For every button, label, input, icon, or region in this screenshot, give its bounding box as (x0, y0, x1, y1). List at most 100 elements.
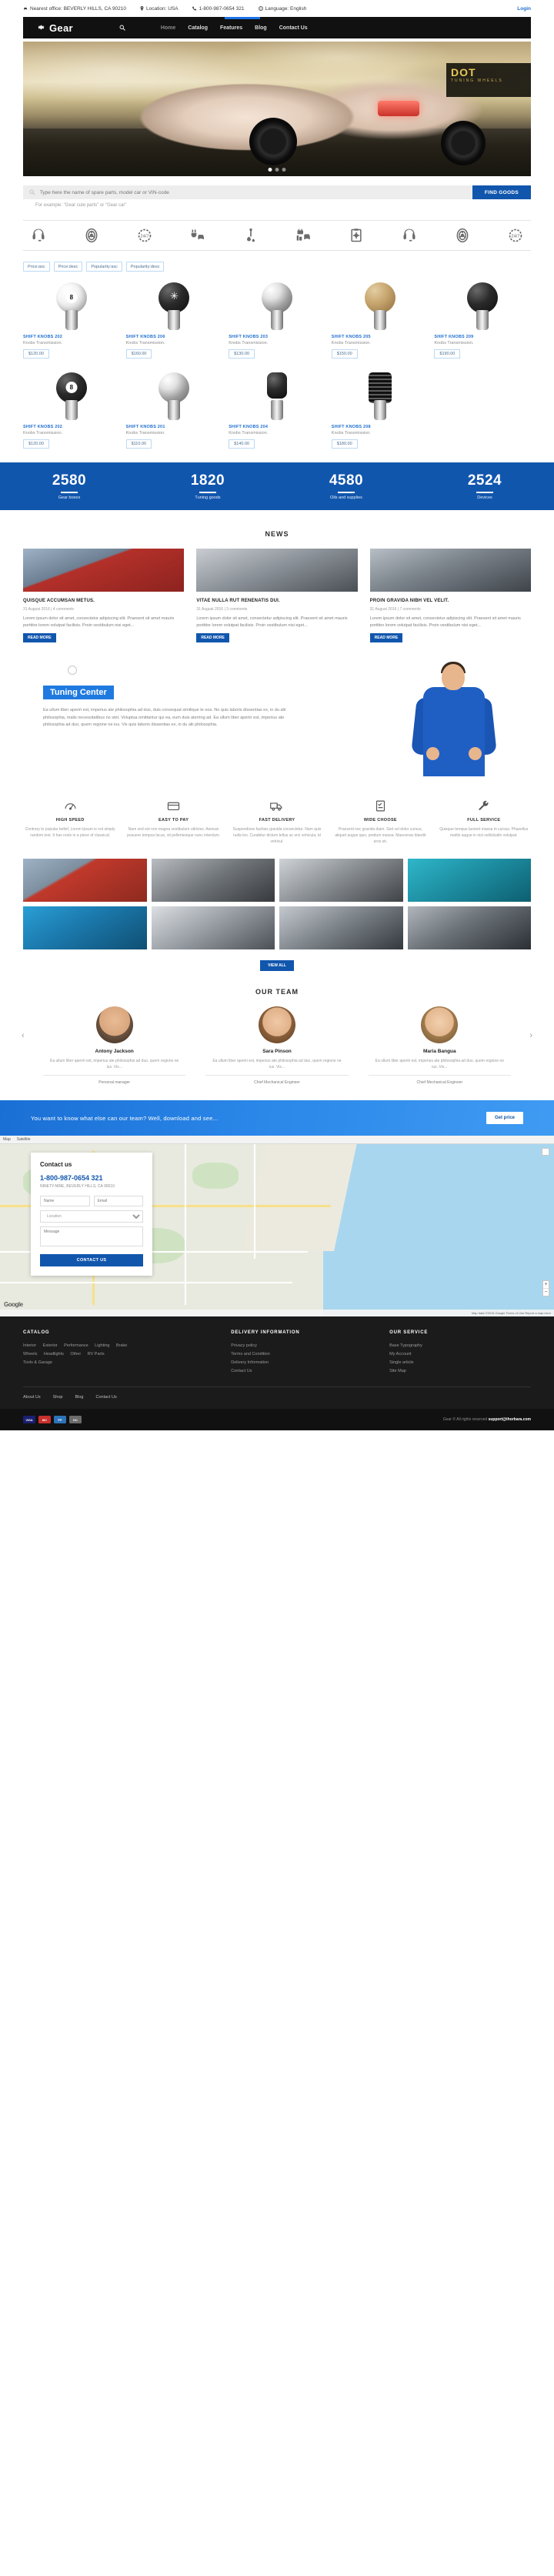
247-support-icon[interactable]: 24/7 (506, 226, 525, 245)
nav-item-catalog[interactable]: Catalog (188, 25, 208, 31)
product-price[interactable]: $160.00 (125, 349, 152, 359)
product-name[interactable]: SHIFT KNOBS 205 (332, 335, 429, 339)
news-title[interactable]: QUISQUE ACCUMSAN METUS. (23, 598, 184, 604)
hero-dot-2[interactable] (275, 168, 279, 172)
news-card[interactable]: VITAE NULLA RUT RENENATIS DUI. 31 August… (196, 549, 358, 643)
product-card[interactable]: 8 SHIFT KNOBS 202 Knobs Transmission. $1… (23, 279, 120, 359)
footer-link[interactable]: Tools & Garage (23, 1360, 52, 1365)
read-more-button[interactable]: READ MORE (369, 633, 403, 643)
product-name[interactable]: SHIFT KNOBS 201 (126, 425, 223, 429)
hero-dot-3[interactable] (282, 168, 286, 172)
sort-tab-popularity-desc[interactable]: Popularity:desc (125, 262, 165, 272)
sort-tab-popularity-asc[interactable]: Popularity:asc (86, 262, 122, 272)
headset-icon[interactable] (400, 226, 419, 245)
product-name[interactable]: SHIFT KNOBS 202 (23, 425, 120, 429)
search-input[interactable] (39, 189, 466, 195)
footer-link[interactable]: My Account (389, 1350, 531, 1359)
hero-dot-1[interactable] (268, 168, 272, 172)
247-support-icon[interactable]: 24/7 (135, 226, 154, 245)
wheel-icon[interactable] (82, 226, 101, 245)
product-card[interactable]: SHIFT KNOBS 205 Knobs Transmission. $150… (331, 279, 429, 359)
support-email[interactable]: support@thorbara.com (489, 1417, 531, 1422)
footer-link[interactable]: Base Typography (389, 1342, 531, 1350)
product-price[interactable]: $130.00 (229, 349, 255, 359)
gallery-item[interactable] (279, 906, 403, 950)
gallery-item[interactable] (407, 906, 531, 950)
product-price[interactable]: $120.00 (23, 439, 49, 449)
contact-location-select[interactable]: Location (40, 1210, 143, 1223)
footer-bottom-link-shop[interactable]: Shop (53, 1395, 63, 1400)
map-type-satellite[interactable]: Satellite (17, 1137, 31, 1142)
map-fullscreen-button[interactable] (542, 1148, 549, 1156)
footer-link[interactable]: Contact Us (231, 1367, 372, 1376)
nav-item-features[interactable]: Features (220, 25, 242, 31)
product-card[interactable]: SHIFT KNOBS 209 Knobs Transmission. $190… (434, 279, 531, 359)
contact-name-input[interactable] (40, 1196, 90, 1207)
product-price[interactable]: $190.00 (434, 349, 461, 359)
nav-item-blog[interactable]: Blog (255, 25, 267, 31)
map-zoom-controls[interactable]: + − (542, 1280, 549, 1297)
footer-link[interactable]: Single article (389, 1359, 531, 1367)
product-card[interactable]: ✳ SHIFT KNOBS 206 Knobs Transmission. $1… (125, 279, 223, 359)
footer-bottom-link-blog[interactable]: Blog (75, 1395, 83, 1400)
product-price[interactable]: $150.00 (331, 349, 358, 359)
contact-email-input[interactable] (93, 1196, 143, 1207)
product-card[interactable]: 8 SHIFT KNOBS 202 Knobs Transmission. $1… (23, 369, 120, 449)
footer-link[interactable]: Interior (23, 1343, 36, 1348)
footer-link[interactable]: Brake (116, 1343, 127, 1348)
plug-car-icon[interactable] (189, 226, 207, 245)
gallery-item[interactable] (407, 859, 531, 903)
product-name[interactable]: SHIFT KNOBS 206 (126, 335, 223, 339)
footer-link[interactable]: Privacy policy (231, 1342, 372, 1350)
product-card[interactable]: SHIFT KNOBS 208 Knobs Transmission. $180… (331, 369, 429, 449)
hero-carousel-dots[interactable] (268, 168, 286, 172)
clipboard-gear-icon[interactable] (347, 226, 365, 245)
product-name[interactable]: SHIFT KNOBS 202 (23, 335, 120, 339)
search-box[interactable] (23, 185, 472, 199)
map-zoom-in-button[interactable]: + (543, 1281, 549, 1290)
news-title[interactable]: PROIN GRAVIDA NIBH VEL VELIT. (370, 598, 531, 604)
find-goods-button[interactable]: FIND GOODS (472, 185, 531, 199)
contact-message-textarea[interactable] (40, 1226, 143, 1247)
product-price[interactable]: $110.00 (125, 439, 152, 449)
footer-link[interactable]: Exterior (43, 1343, 58, 1348)
product-name[interactable]: SHIFT KNOBS 209 (434, 335, 531, 339)
footer-link[interactable]: Headlights (44, 1352, 64, 1356)
footer-link[interactable]: Site Map (389, 1367, 531, 1376)
map-section[interactable]: Map Satellite + − Google Map data ©2016 … (0, 1136, 554, 1317)
sort-tab-price-asc[interactable]: Price:asc (23, 262, 50, 272)
footer-link[interactable]: RV Parts (88, 1352, 105, 1356)
car-battery-icon[interactable] (294, 226, 312, 245)
gallery-item[interactable] (151, 859, 275, 903)
gallery-item[interactable] (23, 906, 147, 950)
wheel-icon[interactable] (453, 226, 472, 245)
map-type-map[interactable]: Map (3, 1137, 11, 1142)
product-card[interactable]: SHIFT KNOBS 204 Knobs Transmission. $140… (229, 369, 325, 449)
language-info[interactable]: Language: English (258, 6, 306, 12)
contact-submit-button[interactable]: CONTACT US (40, 1254, 143, 1267)
footer-link[interactable]: Terms and Condition (231, 1350, 372, 1359)
nav-item-home[interactable]: Home (161, 25, 175, 31)
login-link[interactable]: Login (517, 6, 531, 12)
gallery-item[interactable] (151, 906, 275, 950)
nav-search-button[interactable] (119, 25, 125, 31)
map-zoom-out-button[interactable]: − (543, 1289, 549, 1296)
nav-item-contact[interactable]: Contact Us (279, 25, 308, 31)
product-name[interactable]: SHIFT KNOBS 208 (332, 425, 429, 429)
phone-info[interactable]: 1-800-987-0654 321 (192, 6, 245, 12)
footer-link[interactable]: Delivery Information (231, 1359, 372, 1367)
footer-bottom-link-contact[interactable]: Contact Us (96, 1395, 117, 1400)
footer-link[interactable]: Other (70, 1352, 81, 1356)
headset-icon[interactable] (29, 226, 48, 245)
news-card[interactable]: PROIN GRAVIDA NIBH VEL VELIT. 31 August … (369, 549, 531, 643)
product-price[interactable]: $140.00 (229, 439, 255, 449)
brand-logo[interactable]: Gear (37, 22, 73, 34)
read-more-button[interactable]: READ MORE (23, 633, 56, 643)
view-all-button[interactable]: VIEW ALL (260, 960, 294, 972)
product-price[interactable]: $120.00 (23, 349, 49, 359)
get-price-button[interactable]: Get price (486, 1112, 523, 1125)
product-name[interactable]: SHIFT KNOBS 204 (229, 425, 325, 429)
product-price[interactable]: $180.00 (331, 439, 358, 449)
chevron-left-icon[interactable]: ‹ (22, 1031, 25, 1040)
news-title[interactable]: VITAE NULLA RUT RENENATIS DUI. (196, 598, 357, 604)
